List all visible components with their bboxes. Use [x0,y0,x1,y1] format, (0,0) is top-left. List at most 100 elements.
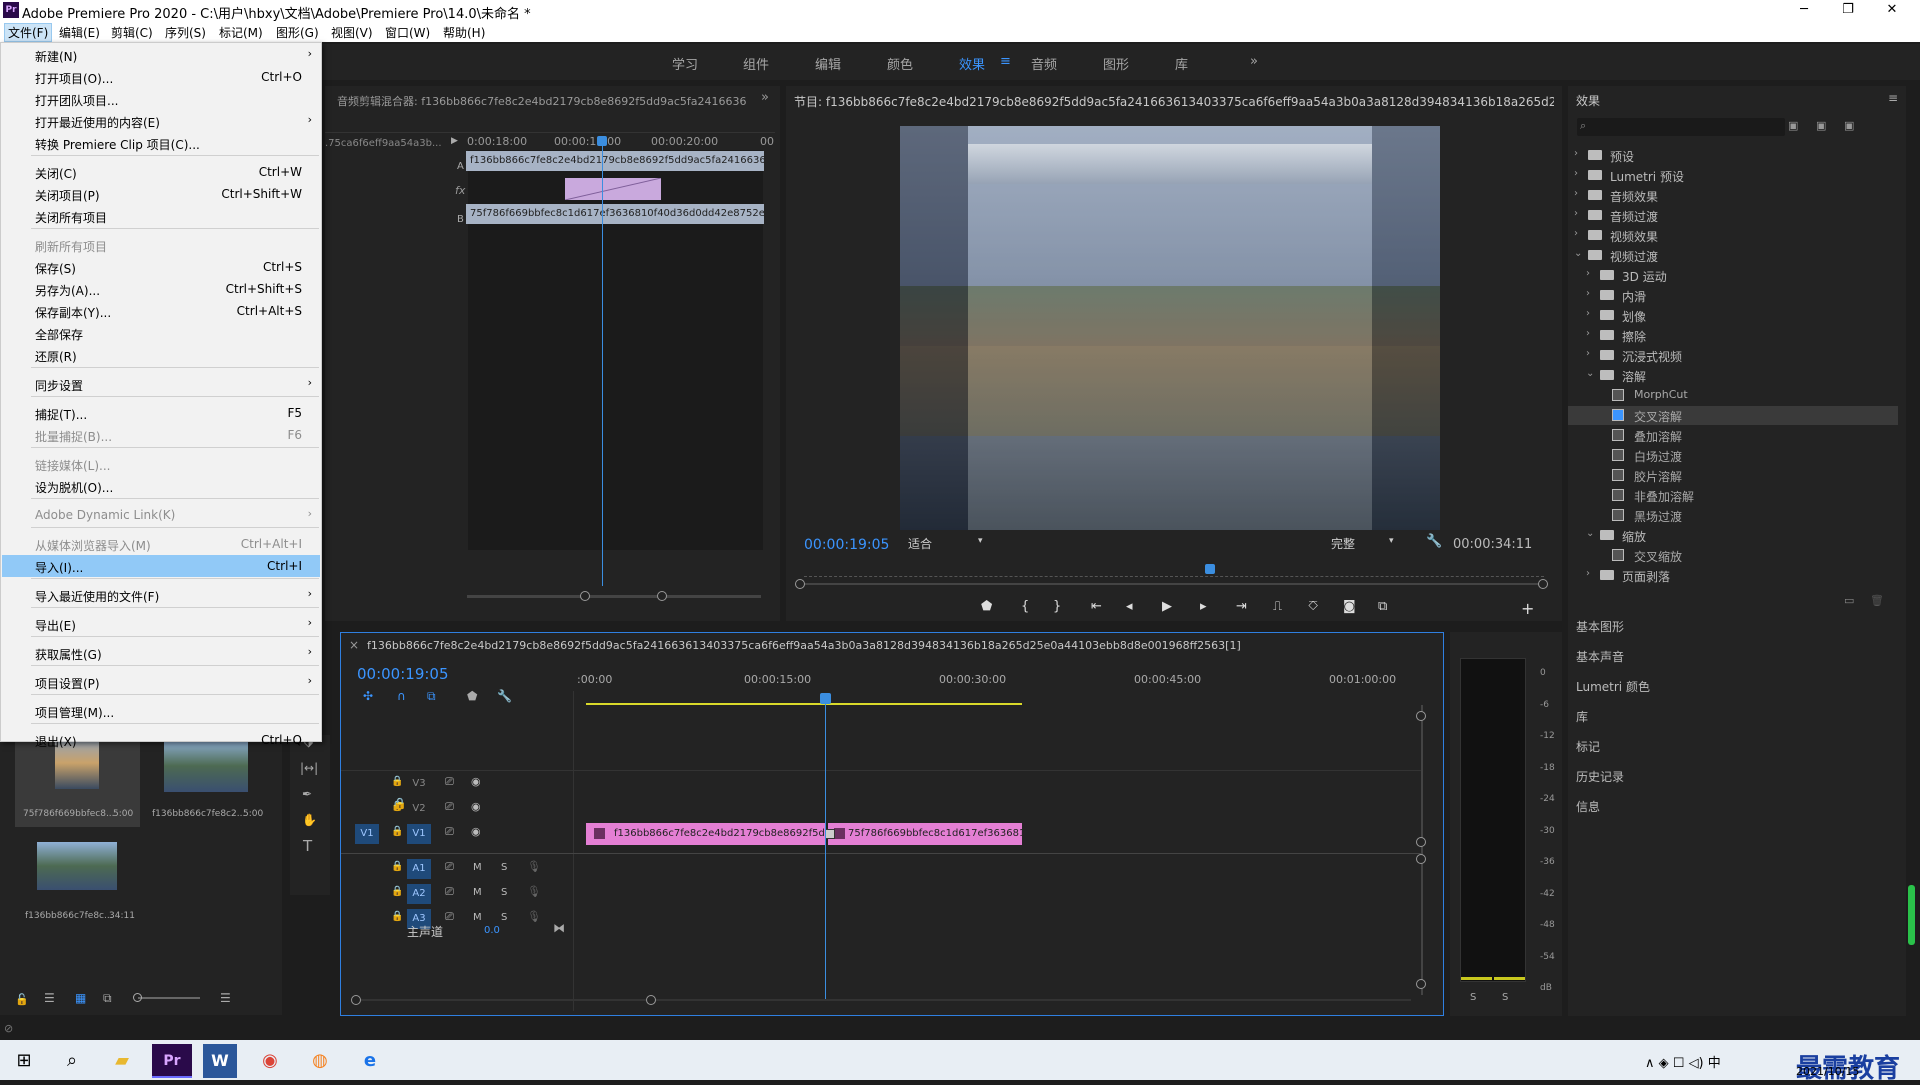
timeline-clip-1[interactable]: f136bb866c7fe8c2e4bd2179cb8e8692f5dd9ac5… [586,823,826,845]
v-scroll-bottom[interactable] [1416,979,1426,989]
workspace-libraries[interactable]: 库 [1175,54,1188,73]
effects-folder[interactable]: › 划像 [1568,306,1898,325]
eye-icon[interactable]: ◉ [471,800,481,813]
effects-item[interactable]: 胶片溶解 [1568,466,1898,485]
track-target-toggle[interactable]: V2 [407,799,431,819]
workspace-audio[interactable]: 音频 [1031,54,1057,73]
sync-lock-icon[interactable]: ⎚ [445,775,454,789]
menu-window[interactable]: 窗口(W) [382,24,433,41]
workspace-effects[interactable]: 效果 [959,54,985,73]
effects-folder[interactable]: › 预设 [1568,146,1898,165]
word-icon[interactable]: W [203,1044,237,1078]
start-icon[interactable]: ⊞ [4,1044,44,1078]
wrench-icon[interactable]: 🔧 [1426,534,1442,549]
effects-item[interactable]: 交叉溶解 [1568,406,1898,425]
chevron-right-icon[interactable]: › [1574,168,1578,179]
effects-folder[interactable]: › 音频效果 [1568,186,1898,205]
premiere-taskbar-icon[interactable]: Pr [152,1044,192,1078]
zoom-handle-right[interactable] [657,591,667,601]
play-arrow-icon[interactable]: ▶ [451,136,458,146]
program-zoom-right[interactable] [1538,579,1548,589]
file-menu-item[interactable]: 转换 Premiere Clip 项目(C)... [2,132,320,154]
panel-expand-icon[interactable]: » [761,90,769,105]
sync-lock-icon[interactable]: ⎚ [445,860,454,874]
slip-tool-icon[interactable]: |↔| [300,761,318,775]
search-icon[interactable]: ⌕ [52,1044,92,1078]
transition-block[interactable] [565,178,661,200]
effects-folder[interactable]: › 页面剥落 [1568,566,1898,585]
slider-handle[interactable] [133,993,142,1002]
file-menu-item[interactable]: 打开最近使用的内容(E) › [2,110,320,132]
timeline-clip-2[interactable]: 75f786f669bbfec8c1d617ef3636810f40 [828,823,1022,845]
chevron-right-icon[interactable]: › [1586,568,1590,579]
add-button-icon[interactable]: + [1521,599,1534,618]
chevron-right-icon[interactable]: › [1586,288,1590,299]
mark-in-icon[interactable]: { [1021,599,1029,614]
minimize-button[interactable]: ─ [1782,2,1826,20]
file-menu-item[interactable]: 退出(X) Ctrl+Q [2,729,320,751]
sync-lock-icon[interactable]: ⎚ [445,885,454,899]
fit-dropdown[interactable]: 适合 ▾ [908,535,988,553]
track-target-toggle[interactable]: A2 [407,884,431,904]
close-button[interactable]: ✕ [1870,2,1914,20]
menu-graphics[interactable]: 图形(G) [273,24,322,41]
solo-button[interactable]: S [501,862,507,873]
menu-view[interactable]: 视图(V) [328,24,376,41]
solo-button[interactable]: S [501,887,507,898]
track-target-toggle[interactable]: V1 [407,824,431,844]
menu-edit[interactable]: 编辑(E) [56,24,103,41]
mixer-playhead-handle[interactable] [597,136,607,146]
nest-icon[interactable]: ✣ [363,689,373,703]
program-ruler[interactable] [804,567,1544,577]
menu-clip[interactable]: 剪辑(C) [108,24,156,41]
camera-icon[interactable]: ◙ [1343,599,1356,614]
sync-lock-icon[interactable]: ⎚ [445,800,454,814]
menu-help[interactable]: 帮助(H) [440,24,488,41]
solo-left[interactable]: S [1470,992,1476,1003]
file-menu-item[interactable]: 全部保存 [2,322,320,344]
effects-folder[interactable]: ⌄ 视频过渡 [1568,246,1898,265]
track-lock-icon[interactable]: 🔒 [391,776,403,787]
file-menu-item[interactable]: 设为脱机(O)... [2,475,320,497]
workspace-color[interactable]: 颜色 [887,54,913,73]
file-menu-item[interactable]: 同步设置 › [2,373,320,395]
pen-tool-icon[interactable]: ✒ [302,787,312,801]
work-area-bar[interactable] [586,703,1022,705]
chevron-right-icon[interactable]: › [1574,208,1578,219]
master-toggle-icon[interactable]: ⧓ [553,921,565,935]
file-menu-item[interactable]: Adobe Dynamic Link(K) › [2,504,320,526]
eye-icon[interactable]: ◉ [471,825,481,838]
timeline-ruler[interactable]: :00:00 00:00:15:00 00:00:30:00 00:00:45:… [577,673,1396,693]
chevron-down-icon[interactable]: ⌄ [1586,528,1594,539]
effects-search-input[interactable]: ⌕ [1577,118,1785,136]
solo-button[interactable]: S [501,912,507,923]
panel-essential-sound[interactable]: 基本声音 [1576,648,1624,665]
transition-clip-a[interactable]: f136bb866c7fe8c2e4bd2179cb8e8692f5dd9ac5… [466,151,764,171]
chevron-right-icon[interactable]: › [1586,268,1590,279]
file-menu-item[interactable]: 关闭所有项目 [2,205,320,227]
file-menu-item[interactable]: 保存(S) Ctrl+S [2,256,320,278]
file-menu-item[interactable]: 项目设置(P) › [2,671,320,693]
effects-item[interactable]: 交叉缩放 [1568,546,1898,565]
lock-icon[interactable]: 🔓 [15,993,29,1006]
chevron-right-icon[interactable]: › [1574,228,1578,239]
microphone-icon[interactable]: 🎙 [527,885,541,898]
chevron-down-icon[interactable]: ⌄ [1586,368,1594,379]
file-menu-item[interactable]: 打开团队项目... [2,88,320,110]
edge-icon[interactable]: e [350,1044,390,1078]
transition-marker[interactable] [825,829,835,839]
file-menu-item[interactable]: 关闭(C) Ctrl+W [2,161,320,183]
chevron-right-icon[interactable]: › [1586,308,1590,319]
timeline-timecode[interactable]: 00:00:19:05 [357,665,449,683]
file-menu-item[interactable]: 另存为(A)... Ctrl+Shift+S [2,278,320,300]
file-menu-item[interactable]: 还原(R) [2,344,320,366]
workspace-menu-icon[interactable]: ≡ [1000,54,1011,69]
step-back-icon[interactable]: ◂ [1126,599,1133,614]
effects-item[interactable]: 非叠加溶解 [1568,486,1898,505]
effects-item[interactable]: 叠加溶解 [1568,426,1898,445]
file-menu-item[interactable]: 新建(N) › [2,44,320,66]
panel-info[interactable]: 信息 [1576,798,1600,815]
file-explorer-icon[interactable]: ▰ [102,1044,142,1078]
effects-folder[interactable]: ⌄ 缩放 [1568,526,1898,545]
program-timecode[interactable]: 00:00:19:05 [804,537,889,553]
